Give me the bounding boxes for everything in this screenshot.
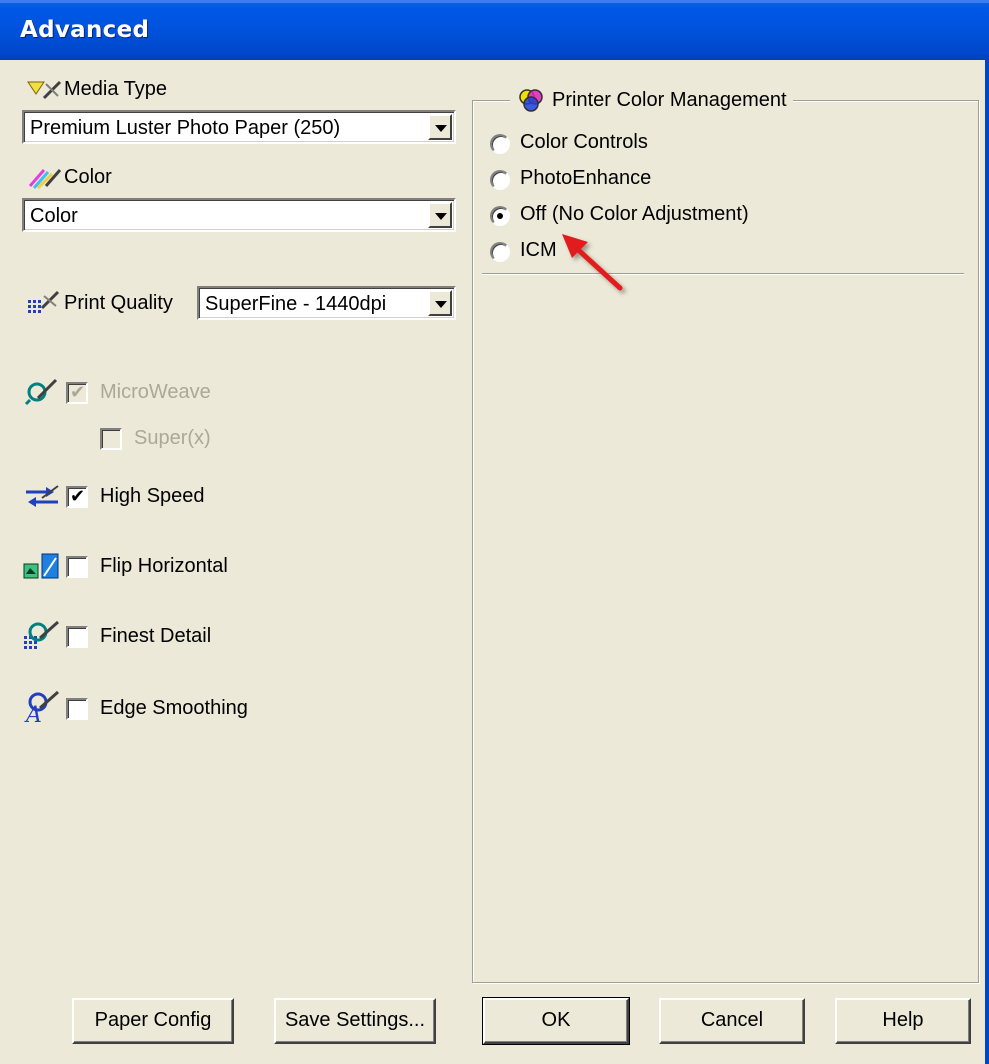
flip-horizontal-checkbox[interactable] bbox=[66, 556, 88, 578]
checkmark-icon: ✔ bbox=[70, 382, 86, 403]
help-button[interactable]: Help bbox=[835, 998, 971, 1044]
color-controls-label: Color Controls bbox=[520, 131, 648, 153]
radio-color-controls[interactable] bbox=[490, 134, 510, 154]
print-quality-icon bbox=[28, 290, 60, 313]
edge-smoothing-label: Edge Smoothing bbox=[100, 697, 248, 719]
save-settings-button[interactable]: Save Settings... bbox=[274, 998, 436, 1044]
radio-off-no-color-adjustment[interactable] bbox=[490, 206, 510, 226]
group-separator bbox=[482, 273, 964, 275]
color-management-icon bbox=[519, 89, 543, 112]
radio-selected-dot bbox=[497, 213, 503, 219]
finest-detail-label: Finest Detail bbox=[100, 625, 212, 647]
chevron-down-icon[interactable] bbox=[428, 114, 452, 140]
printer-color-management-group bbox=[472, 100, 979, 983]
microweave-icon bbox=[24, 378, 58, 406]
off-no-color-adjustment-label: Off (No Color Adjustment) bbox=[520, 203, 749, 225]
title-bar[interactable]: Advanced bbox=[0, 0, 989, 60]
chevron-down-icon[interactable] bbox=[428, 202, 452, 228]
flip-horizontal-label: Flip Horizontal bbox=[100, 555, 228, 577]
media-type-label: Media Type bbox=[64, 78, 168, 100]
icm-label: ICM bbox=[520, 239, 557, 261]
superx-checkbox[interactable] bbox=[100, 428, 122, 450]
group-header: Printer Color Management bbox=[510, 87, 793, 113]
svg-text:A: A bbox=[24, 703, 42, 724]
ok-button[interactable]: OK bbox=[482, 997, 630, 1045]
color-icon bbox=[28, 169, 62, 190]
dialog-body: Media Type Premium Luster Photo Paper (2… bbox=[0, 60, 989, 1064]
finest-detail-checkbox[interactable] bbox=[66, 626, 88, 648]
color-value: Color bbox=[30, 205, 78, 227]
superx-label: Super(x) bbox=[134, 427, 211, 449]
high-speed-icon bbox=[26, 485, 59, 507]
radio-icm[interactable] bbox=[490, 242, 510, 262]
color-dropdown[interactable]: Color bbox=[22, 198, 456, 232]
window-title: Advanced bbox=[20, 17, 150, 43]
group-title: Printer Color Management bbox=[552, 88, 787, 111]
checkmark-icon: ✔ bbox=[70, 486, 86, 507]
paper-config-button[interactable]: Paper Config bbox=[72, 998, 234, 1044]
color-label: Color bbox=[64, 166, 112, 188]
high-speed-label: High Speed bbox=[100, 485, 205, 507]
high-speed-checkbox[interactable]: ✔ bbox=[66, 486, 88, 508]
media-type-icon bbox=[27, 80, 62, 100]
media-type-dropdown[interactable]: Premium Luster Photo Paper (250) bbox=[22, 110, 456, 144]
print-quality-value: SuperFine - 1440dpi bbox=[205, 293, 387, 315]
print-quality-dropdown[interactable]: SuperFine - 1440dpi bbox=[197, 286, 456, 320]
photoenhance-label: PhotoEnhance bbox=[520, 167, 652, 189]
annotation-arrow-icon bbox=[562, 234, 623, 291]
print-quality-label: Print Quality bbox=[64, 292, 173, 314]
microweave-checkbox[interactable]: ✔ bbox=[66, 382, 88, 404]
microweave-label: MicroWeave bbox=[100, 381, 211, 403]
radio-photoenhance[interactable] bbox=[490, 170, 510, 190]
chevron-down-icon[interactable] bbox=[428, 290, 452, 316]
finest-detail-icon bbox=[24, 620, 59, 649]
flip-horizontal-icon bbox=[23, 553, 59, 579]
media-type-value: Premium Luster Photo Paper (250) bbox=[30, 117, 341, 139]
cancel-button[interactable]: Cancel bbox=[659, 998, 805, 1044]
edge-smoothing-checkbox[interactable] bbox=[66, 698, 88, 720]
edge-smoothing-icon: A bbox=[24, 690, 59, 724]
